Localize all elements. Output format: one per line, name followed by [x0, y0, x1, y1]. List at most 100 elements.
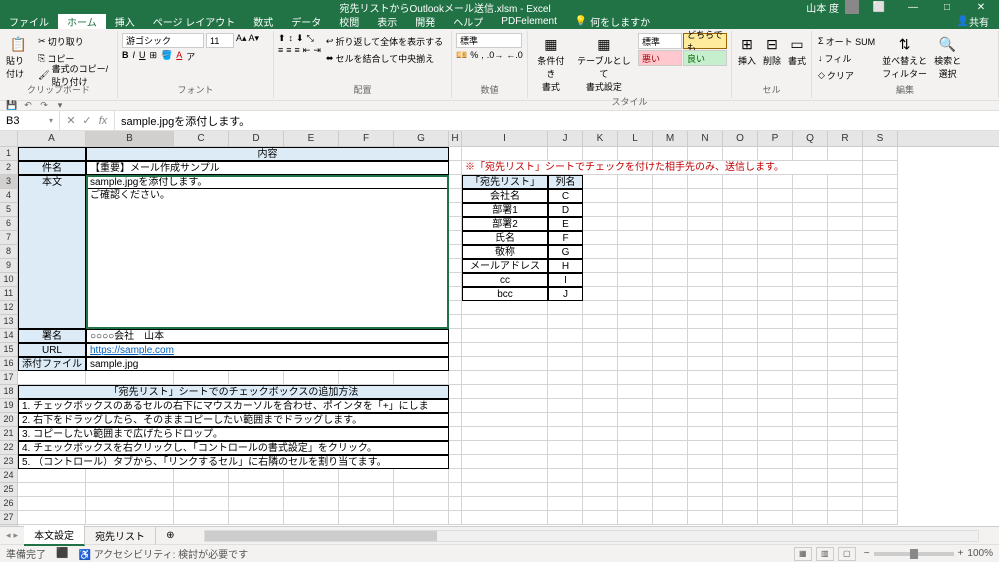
cell-style-bad[interactable]: 悪い	[638, 50, 682, 66]
cell[interactable]	[449, 441, 462, 455]
cell[interactable]	[758, 455, 793, 469]
cell[interactable]: 部署1	[462, 203, 548, 217]
cell[interactable]	[653, 427, 688, 441]
cell[interactable]	[793, 231, 828, 245]
cell[interactable]: 列名	[548, 175, 583, 189]
row-header-27[interactable]: 27	[0, 511, 17, 525]
cell[interactable]	[828, 483, 863, 497]
cell[interactable]	[793, 315, 828, 329]
cell[interactable]	[653, 469, 688, 483]
close-icon[interactable]: ✕	[967, 2, 995, 13]
cell[interactable]	[449, 273, 462, 287]
cell[interactable]	[618, 511, 653, 525]
row-header-7[interactable]: 7	[0, 231, 17, 245]
cell[interactable]	[723, 441, 758, 455]
cell[interactable]	[174, 483, 229, 497]
cell[interactable]: 3. コピーしたい範囲まで広げたらドロップ。	[18, 427, 449, 441]
col-header-D[interactable]: D	[229, 131, 284, 146]
cell[interactable]	[793, 371, 828, 385]
cell[interactable]	[863, 343, 898, 357]
tab-developer[interactable]: 開発	[406, 14, 444, 29]
row-header-5[interactable]: 5	[0, 203, 17, 217]
cell[interactable]: F	[548, 231, 583, 245]
cell[interactable]	[793, 259, 828, 273]
cell[interactable]	[723, 329, 758, 343]
cell[interactable]	[723, 385, 758, 399]
row-header-24[interactable]: 24	[0, 469, 17, 483]
cell[interactable]: cc	[462, 273, 548, 287]
cell[interactable]	[863, 469, 898, 483]
cell[interactable]	[394, 469, 449, 483]
cell[interactable]	[688, 385, 723, 399]
cell[interactable]	[548, 343, 583, 357]
cell[interactable]: 5. （コントロール）タブから、「リンクするセル」に右隣のセルを割り当てます。	[18, 455, 449, 469]
col-header-B[interactable]: B	[86, 131, 174, 146]
cell[interactable]	[653, 483, 688, 497]
cell[interactable]	[618, 469, 653, 483]
cell[interactable]	[723, 469, 758, 483]
zoom-level[interactable]: 100%	[967, 548, 993, 559]
cell[interactable]	[793, 385, 828, 399]
cell[interactable]	[18, 147, 86, 161]
cell[interactable]: 敬称	[462, 245, 548, 259]
cell[interactable]: 部署2	[462, 217, 548, 231]
cell[interactable]	[548, 371, 583, 385]
fx-icon[interactable]: fx	[96, 115, 110, 127]
italic-button[interactable]: I	[133, 50, 136, 63]
cell[interactable]	[18, 497, 86, 511]
underline-button[interactable]: U	[139, 50, 146, 63]
decrease-decimal-icon[interactable]: ←.0	[506, 50, 523, 61]
cell[interactable]	[618, 217, 653, 231]
cell[interactable]	[229, 497, 284, 511]
cell[interactable]	[583, 483, 618, 497]
cell[interactable]	[284, 511, 339, 525]
cell[interactable]	[86, 483, 174, 497]
cell[interactable]	[828, 371, 863, 385]
cell[interactable]	[688, 203, 723, 217]
cell[interactable]	[863, 161, 898, 175]
indent-inc-icon[interactable]: ⇥	[313, 45, 321, 56]
cell[interactable]	[758, 441, 793, 455]
cell[interactable]	[462, 343, 548, 357]
cell[interactable]	[758, 245, 793, 259]
cell[interactable]: 1. チェックボックスのあるセルの右下にマウスカーソルを合わせ、ポインタを「+」…	[18, 399, 449, 413]
cell[interactable]	[653, 511, 688, 525]
cell[interactable]	[583, 441, 618, 455]
cell[interactable]: メールアドレス	[462, 259, 548, 273]
bold-button[interactable]: B	[122, 50, 129, 63]
tab-data[interactable]: データ	[282, 14, 330, 29]
cell[interactable]	[828, 469, 863, 483]
cell[interactable]	[583, 245, 618, 259]
cell[interactable]	[863, 427, 898, 441]
cell[interactable]	[583, 189, 618, 203]
cell[interactable]	[548, 483, 583, 497]
cell[interactable]	[793, 147, 828, 161]
cell[interactable]	[793, 413, 828, 427]
row-header-16[interactable]: 16	[0, 357, 17, 371]
cell[interactable]	[793, 399, 828, 413]
cell[interactable]	[653, 371, 688, 385]
cell[interactable]	[688, 483, 723, 497]
cell[interactable]	[828, 427, 863, 441]
cell[interactable]	[723, 147, 758, 161]
sheet-tab-new[interactable]: ⊕	[156, 528, 184, 543]
cell[interactable]	[828, 413, 863, 427]
cell[interactable]	[449, 343, 462, 357]
cell[interactable]	[449, 147, 462, 161]
row-header-17[interactable]: 17	[0, 371, 17, 385]
tab-file[interactable]: ファイル	[0, 14, 58, 29]
number-format-select[interactable]: 標準	[456, 33, 522, 48]
cell[interactable]	[449, 497, 462, 511]
row-header-15[interactable]: 15	[0, 343, 17, 357]
cell[interactable]	[583, 371, 618, 385]
cell[interactable]	[462, 427, 548, 441]
row-header-4[interactable]: 4	[0, 189, 17, 203]
cell[interactable]	[828, 315, 863, 329]
cell[interactable]	[863, 441, 898, 455]
name-box-input[interactable]	[6, 115, 49, 127]
cell[interactable]: bcc	[462, 287, 548, 301]
cell[interactable]	[828, 399, 863, 413]
clear-button[interactable]: ◇クリア	[816, 67, 877, 83]
cell[interactable]	[688, 497, 723, 511]
fill-button[interactable]: ↓フィル	[816, 50, 877, 66]
